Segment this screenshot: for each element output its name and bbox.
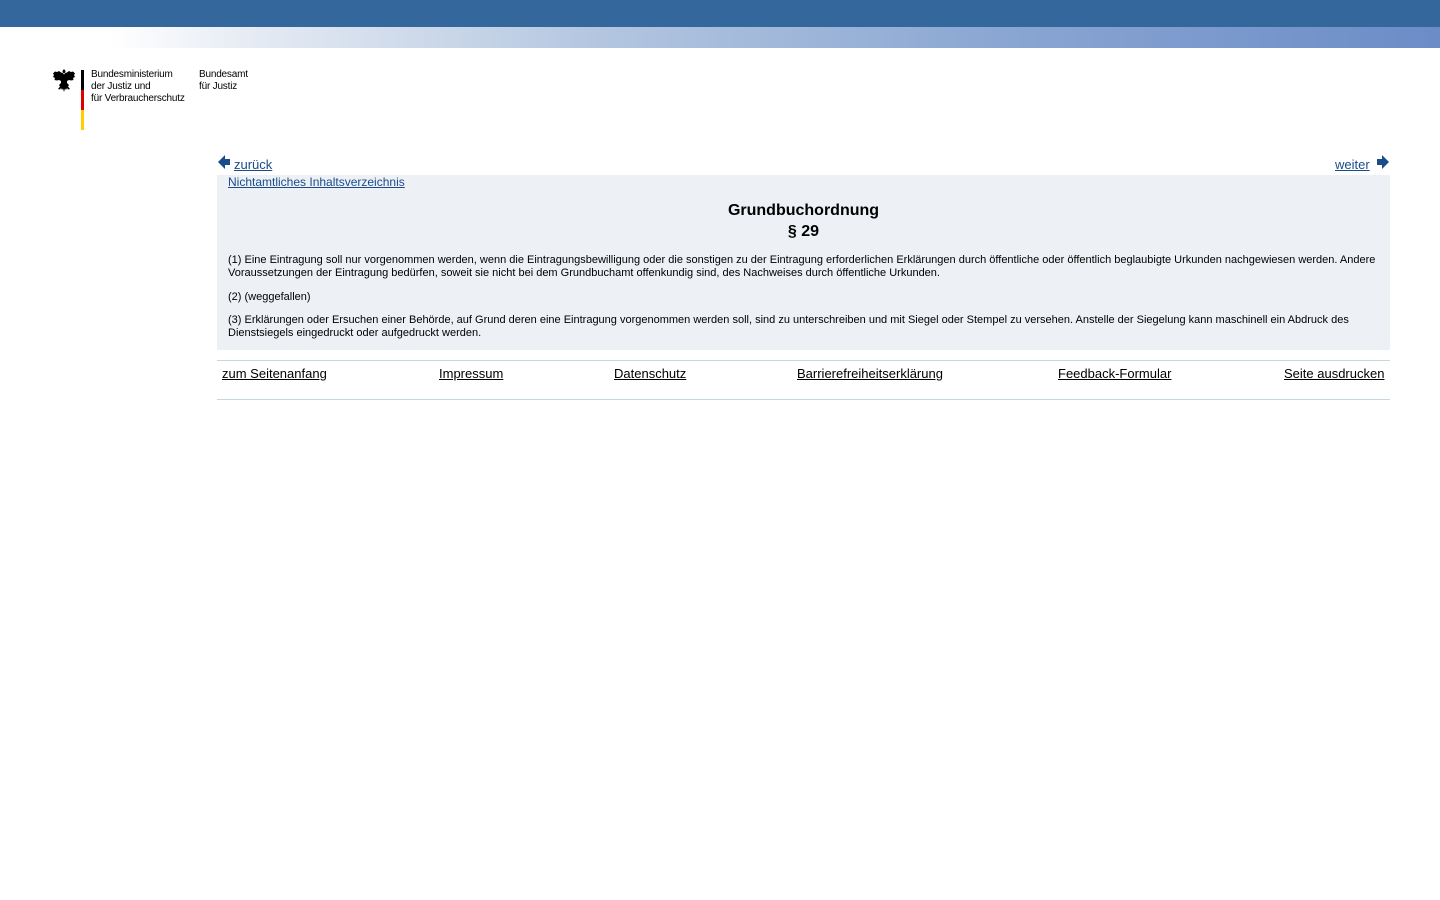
- footer-link-impressum[interactable]: Impressum: [439, 366, 503, 381]
- footer-nav: zum Seitenanfang Impressum Datenschutz B…: [217, 360, 1390, 400]
- paragraph-1: (1) Eine Eintragung soll nur vorgenommen…: [228, 254, 1376, 279]
- paragraph-3: (3) Erklärungen oder Ersuchen einer Behö…: [228, 314, 1349, 339]
- section-title: § 29: [787, 223, 820, 240]
- footer-link-print[interactable]: Seite ausdrucken: [1284, 366, 1384, 381]
- back-link[interactable]: zurück: [234, 157, 272, 172]
- footer-link-accessibility[interactable]: Barrierefreiheitserklärung: [797, 366, 943, 381]
- ministry-name: Bundesministerium der Justiz und für Ver…: [91, 69, 185, 104]
- amt-name: Bundesamt für Justiz: [199, 69, 248, 92]
- paragraph-2: (2) (weggefallen): [228, 291, 311, 303]
- next-link[interactable]: weiter: [1335, 157, 1370, 172]
- law-title: Grundbuchordnung: [727, 202, 880, 219]
- footer-link-datenschutz[interactable]: Datenschutz: [614, 366, 686, 381]
- law-content: Nichtamtliches Inhaltsverzeichnis Grundb…: [217, 175, 1390, 350]
- footer-link-top[interactable]: zum Seitenanfang: [222, 366, 327, 381]
- footer-link-feedback[interactable]: Feedback-Formular: [1058, 366, 1171, 381]
- top-bar: [0, 0, 1440, 27]
- nav-row: zurück weiter: [217, 155, 1390, 175]
- toc-link[interactable]: Nichtamtliches Inhaltsverzeichnis: [228, 175, 405, 189]
- gradient-bar: [0, 27, 1440, 48]
- arrow-left-icon[interactable]: [218, 155, 230, 169]
- federal-eagle-icon: [53, 69, 75, 92]
- arrow-right-icon[interactable]: [1377, 155, 1389, 169]
- ministry-logo[interactable]: Bundesministerium der Justiz und für Ver…: [52, 68, 272, 132]
- flag-stripe: [81, 70, 84, 130]
